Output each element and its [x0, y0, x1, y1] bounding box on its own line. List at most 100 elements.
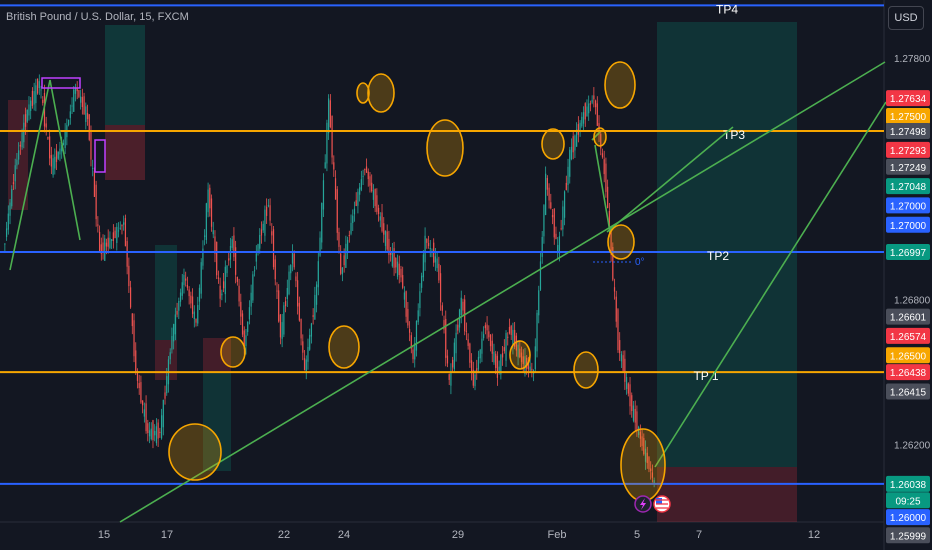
- candle-body: [42, 99, 44, 103]
- candle-body: [52, 158, 54, 176]
- price-label-text: 1.26500: [890, 351, 927, 362]
- candle-body: [78, 90, 80, 97]
- candle-body: [469, 343, 471, 363]
- price-tick-label: 1.27800: [894, 54, 931, 65]
- highlight-circle[interactable]: [426, 119, 464, 177]
- candle-body: [233, 235, 235, 258]
- candle-body: [290, 264, 292, 274]
- candle-body: [145, 403, 147, 432]
- candle-body: [317, 261, 319, 288]
- candle-body: [105, 242, 108, 247]
- candle-body: [333, 162, 335, 170]
- candle-body: [486, 324, 488, 331]
- price-chart[interactable]: TP4TP3TP2TP 10°1.278001.268001.262001.27…: [0, 0, 932, 550]
- highlight-circle[interactable]: [607, 224, 635, 260]
- candle-body: [309, 334, 311, 350]
- candle-body: [298, 302, 300, 321]
- candle-body: [26, 109, 28, 122]
- time-tick-label: 5: [634, 529, 640, 541]
- highlight-circle[interactable]: [367, 73, 395, 113]
- highlight-circle[interactable]: [573, 351, 599, 389]
- candle-body: [126, 241, 128, 267]
- candle-body: [190, 295, 192, 304]
- candle-body: [357, 191, 359, 206]
- candle-body: [503, 347, 505, 352]
- long-position-stop-zone[interactable]: [657, 467, 797, 522]
- highlight-circle[interactable]: [604, 61, 636, 109]
- candle-body: [624, 358, 626, 382]
- candle-body: [21, 132, 23, 148]
- candle-body: [9, 202, 11, 216]
- position-stop-zone[interactable]: [105, 125, 145, 180]
- candle-body: [95, 184, 97, 220]
- candle-body: [326, 122, 328, 164]
- candle-body: [303, 358, 306, 371]
- candle-body: [162, 399, 164, 428]
- candle-body: [348, 235, 350, 237]
- candle-body: [164, 392, 166, 399]
- candle-body: [498, 366, 500, 371]
- time-tick-label: 29: [452, 529, 464, 541]
- candle-body: [340, 253, 342, 274]
- candle-body: [150, 428, 152, 440]
- candle-body: [107, 237, 109, 247]
- highlight-circle[interactable]: [220, 336, 246, 368]
- highlight-circle[interactable]: [168, 423, 222, 481]
- candle-body: [104, 238, 106, 261]
- candle-body: [54, 156, 56, 169]
- candle-body: [28, 104, 30, 116]
- highlight-circle[interactable]: [541, 128, 565, 160]
- candle-body: [142, 400, 144, 406]
- candle-body: [16, 159, 18, 166]
- candle-body: [259, 234, 261, 249]
- candle-body: [615, 296, 617, 322]
- candle-body: [269, 205, 271, 221]
- currency-button[interactable]: USD: [888, 6, 924, 30]
- candle-body: [123, 222, 125, 225]
- candle-body: [116, 226, 118, 243]
- candle-body: [467, 339, 469, 346]
- highlight-circle[interactable]: [593, 127, 607, 147]
- candle-body: [314, 294, 316, 320]
- candle-body: [477, 356, 480, 370]
- position-profit-zone[interactable]: [105, 25, 145, 125]
- chart-area[interactable]: TP4 TP3 TP2 TP 1 0° 1.27800 1.26800 1.26200 1.27…: [0, 0, 932, 550]
- price-label-text: 1.26574: [890, 332, 927, 343]
- candle-body: [36, 78, 39, 94]
- candle-body: [5, 228, 8, 238]
- candle-body: [365, 166, 368, 173]
- candle-body: [200, 262, 202, 294]
- chart-title: British Pound / U.S. Dollar, 15, FXCM: [6, 11, 189, 23]
- candle-body: [465, 330, 468, 332]
- candle-body: [147, 423, 149, 434]
- candle-body: [577, 124, 579, 135]
- candle-body: [297, 280, 299, 307]
- candle-body: [260, 229, 263, 236]
- candle-body: [98, 231, 101, 252]
- candle-body: [129, 287, 132, 308]
- candle-body: [484, 325, 486, 329]
- candle-body: [417, 310, 419, 323]
- long-position-profit-zone[interactable]: [657, 22, 797, 467]
- candle-body: [329, 100, 331, 128]
- candle-body: [109, 237, 111, 248]
- candle-body: [204, 235, 206, 237]
- price-label-text: 1.27500: [890, 112, 927, 123]
- candle-body: [183, 274, 185, 286]
- candle-body: [483, 334, 485, 339]
- candle-body: [529, 366, 531, 371]
- candle-body: [88, 114, 90, 140]
- candle-body: [85, 106, 87, 122]
- candle-body: [302, 341, 304, 353]
- price-label-text: 1.26415: [890, 388, 927, 399]
- price-axis-panel[interactable]: [884, 0, 932, 550]
- highlight-circle[interactable]: [328, 325, 360, 369]
- candle-body: [439, 273, 442, 303]
- candle-body: [570, 146, 573, 160]
- highlight-circle[interactable]: [509, 340, 531, 370]
- candle-body: [171, 335, 173, 350]
- highlight-circle[interactable]: [620, 428, 666, 502]
- candle-body: [267, 205, 269, 207]
- candle-body: [35, 85, 37, 104]
- candle-body: [222, 281, 225, 289]
